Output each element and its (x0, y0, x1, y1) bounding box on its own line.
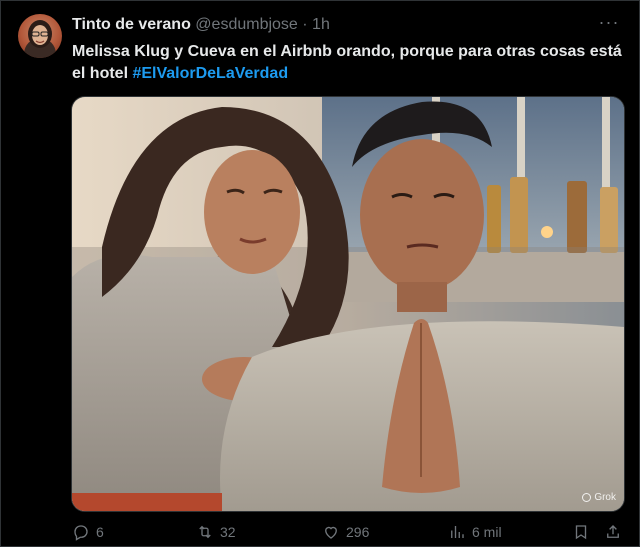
separator-dot: · (302, 16, 308, 33)
share-icon (607, 525, 619, 538)
timestamp[interactable]: 1h (312, 16, 330, 33)
retweet-icon (199, 525, 211, 539)
views-chart-icon (451, 526, 464, 538)
like-button[interactable]: 296 (322, 520, 369, 544)
user-handle[interactable]: @esdumbjose (195, 16, 298, 33)
heart-icon (325, 526, 337, 539)
views-count: 6 mil (472, 524, 502, 540)
photo-illustration (72, 97, 624, 511)
tweet: Tinto de verano @esdumbjose · 1h ··· Mel… (0, 0, 640, 547)
reply-count: 6 (96, 524, 104, 540)
watermark-label: Grok (594, 492, 616, 503)
tweet-text: Melissa Klug y Cueva en el Airbnb orando… (72, 41, 628, 85)
watermark: Grok (582, 492, 616, 503)
action-bar: 6 32 296 6 mil (0, 520, 640, 544)
avatar[interactable] (18, 14, 62, 58)
reply-icon (74, 525, 88, 541)
hashtag-link[interactable]: #ElValorDeLaVerdad (132, 65, 288, 82)
tweet-image[interactable]: Grok (71, 96, 625, 512)
tweet-header: Tinto de verano @esdumbjose · 1h (72, 15, 330, 35)
retweet-count: 32 (220, 524, 236, 540)
retweet-button[interactable]: 32 (196, 520, 236, 544)
bookmark-icon (575, 525, 587, 540)
share-button[interactable] (604, 520, 622, 544)
grok-logo-icon (582, 493, 592, 502)
reply-button[interactable]: 6 (72, 520, 104, 544)
display-name[interactable]: Tinto de verano (72, 16, 191, 33)
like-count: 296 (346, 524, 370, 540)
more-dots-icon[interactable]: ··· (596, 13, 622, 36)
bookmark-button[interactable] (572, 520, 590, 544)
views-button[interactable]: 6 mil (448, 520, 502, 544)
